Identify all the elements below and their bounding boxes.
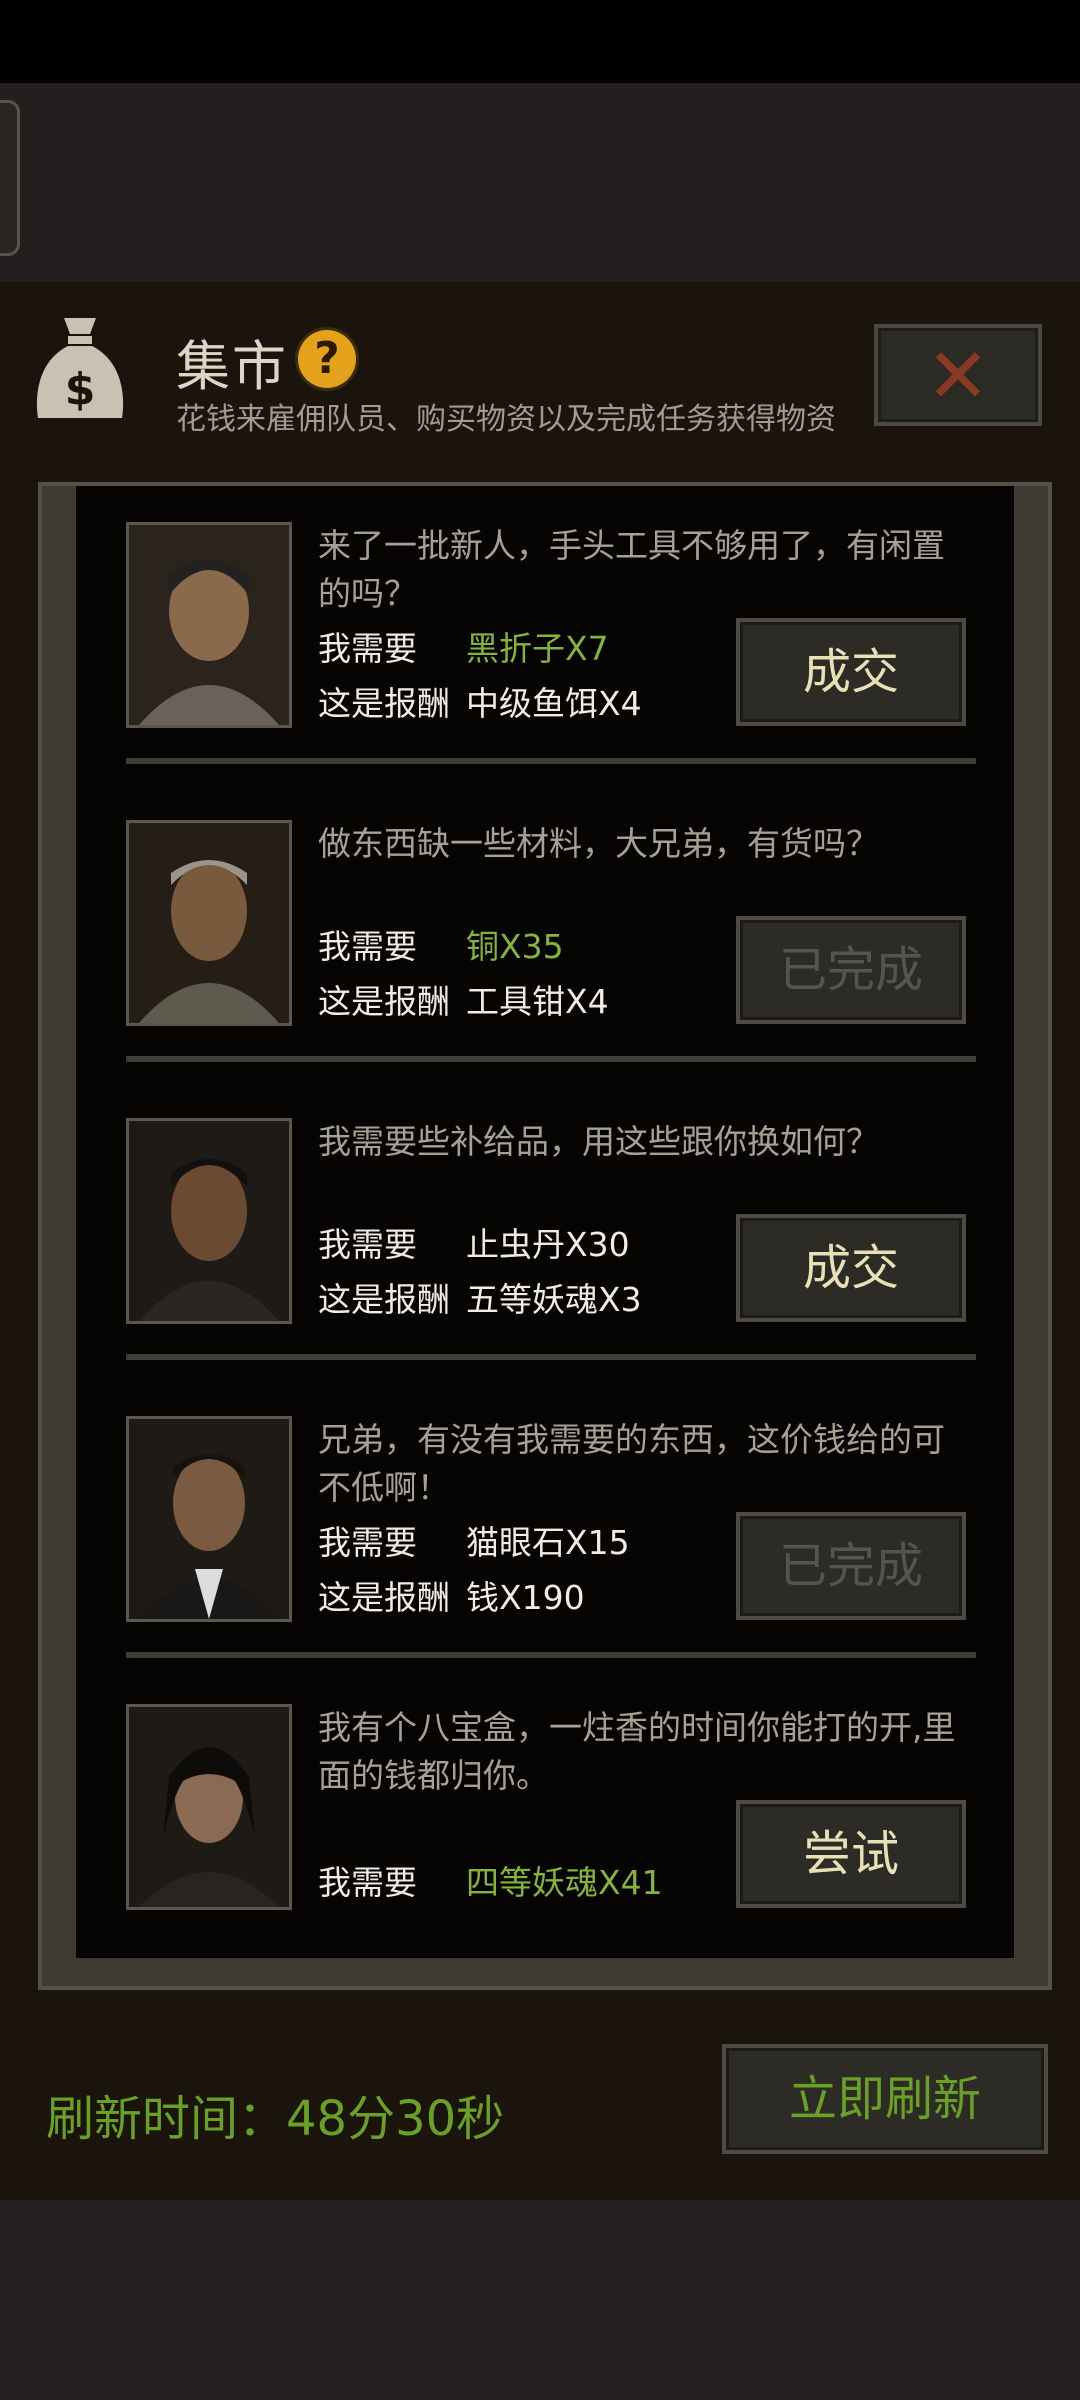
request-message: 来了一批新人，手头工具不够用了，有闲置的吗？ (318, 526, 945, 613)
npc-portrait (126, 820, 292, 1026)
need-value: 止虫丹X30 (466, 1225, 630, 1264)
divider (126, 758, 976, 764)
side-tab[interactable] (0, 100, 20, 256)
footer-bar: 刷新时间：48分30秒 立即刷新 (0, 1992, 1080, 2200)
divider (126, 1652, 976, 1658)
money-bag-icon: $ (36, 318, 124, 418)
divider (126, 1056, 976, 1062)
reward-value: 工具钳X4 (466, 982, 609, 1021)
refresh-timer: 刷新时间：48分30秒 (46, 2091, 505, 2147)
need-label: 我需要 (318, 629, 417, 668)
page-title: 集市 (176, 335, 288, 398)
request-list[interactable]: 来了一批新人，手头工具不够用了，有闲置的吗？ 我需要 黑折子X7 这是报酬 中级… (76, 486, 1014, 1958)
reward-value: 中级鱼饵X4 (466, 684, 642, 723)
request-message: 兄弟，有没有我需要的东西，这价钱给的可不低啊！ (318, 1420, 945, 1507)
request-message: 做东西缺一些材料，大兄弟，有货吗？ (318, 824, 879, 863)
request-list-frame: 来了一批新人，手头工具不够用了，有闲置的吗？ 我需要 黑折子X7 这是报酬 中级… (38, 482, 1052, 1990)
need-label: 我需要 (318, 1523, 417, 1562)
dialog-header: $ 集市 ? 花钱来雇佣队员、购买物资以及完成任务获得物资 ✕ (0, 282, 1080, 482)
close-icon: ✕ (926, 331, 990, 420)
npc-portrait (126, 1416, 292, 1622)
request-item: 我需要些补给品，用这些跟你换如何？ 我需要 止虫丹X30 这是报酬 五等妖魂X3… (126, 1118, 976, 1416)
help-icon[interactable]: ? (298, 330, 356, 388)
reward-label: 这是报酬 (318, 982, 450, 1021)
npc-portrait (126, 1704, 292, 1910)
trade-button[interactable]: 成交 (736, 618, 966, 726)
page-subtitle: 花钱来雇佣队员、购买物资以及完成任务获得物资 (176, 402, 836, 437)
reward-label: 这是报酬 (318, 684, 450, 723)
need-label: 我需要 (318, 1225, 417, 1264)
request-item: 兄弟，有没有我需要的东西，这价钱给的可不低啊！ 我需要 猫眼石X15 这是报酬 … (126, 1416, 976, 1714)
request-item: 来了一批新人，手头工具不够用了，有闲置的吗？ 我需要 黑折子X7 这是报酬 中级… (126, 522, 976, 820)
need-label: 我需要 (318, 1863, 417, 1902)
request-item: 做东西缺一些材料，大兄弟，有货吗？ 我需要 铜X35 这是报酬 工具钳X4 已完… (126, 820, 976, 1118)
reward-value: 五等妖魂X3 (466, 1280, 642, 1319)
need-label: 我需要 (318, 927, 417, 966)
status-bar (0, 0, 1080, 83)
need-value: 黑折子X7 (466, 629, 609, 668)
market-dialog: $ 集市 ? 花钱来雇佣队员、购买物资以及完成任务获得物资 ✕ 来了一批新人，手 (0, 282, 1080, 2200)
close-button[interactable]: ✕ (874, 324, 1042, 426)
reward-value: 钱X190 (466, 1578, 585, 1617)
divider (126, 1354, 976, 1360)
background-area (0, 83, 1080, 283)
request-message: 我有个八宝盒，一炷香的时间你能打的开,里面的钱都归你。 (318, 1708, 956, 1795)
reward-label: 这是报酬 (318, 1578, 450, 1617)
npc-portrait (126, 1118, 292, 1324)
refresh-now-button[interactable]: 立即刷新 (722, 2044, 1048, 2154)
svg-text:$: $ (65, 364, 96, 415)
request-message: 我需要些补给品，用这些跟你换如何？ (318, 1122, 879, 1161)
try-button[interactable]: 尝试 (736, 1800, 966, 1908)
trade-button[interactable]: 成交 (736, 1214, 966, 1322)
need-value: 猫眼石X15 (466, 1523, 630, 1562)
need-value: 四等妖魂X41 (466, 1863, 663, 1902)
need-value: 铜X35 (466, 927, 564, 966)
completed-button[interactable]: 已完成 (736, 916, 966, 1024)
completed-button[interactable]: 已完成 (736, 1512, 966, 1620)
reward-label: 这是报酬 (318, 1280, 450, 1319)
npc-portrait (126, 522, 292, 728)
request-item: 我有个八宝盒，一炷香的时间你能打的开,里面的钱都归你。 我需要 四等妖魂X41 … (126, 1704, 976, 2002)
